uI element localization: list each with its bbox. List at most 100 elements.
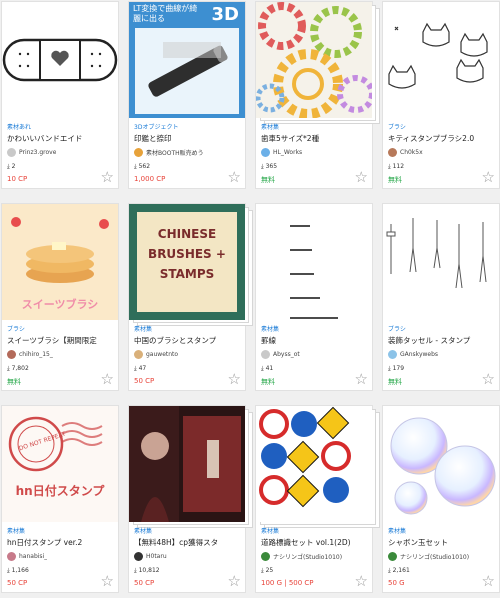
- price: 無料: [388, 176, 402, 184]
- asset-card[interactable]: ブラシ 装飾タッセル - スタンプ GAnskywebs ⤓ 179 無料 ☆: [382, 203, 500, 391]
- star-icon[interactable]: ☆: [355, 372, 368, 387]
- tassels-icon: [386, 218, 487, 289]
- price: 50 CP: [7, 579, 28, 587]
- download-icon: ⤓: [7, 567, 10, 574]
- star-icon[interactable]: ☆: [355, 170, 368, 185]
- thumbnail[interactable]: [2, 2, 118, 118]
- author[interactable]: Prinz3.grove: [7, 147, 116, 158]
- thumbnail[interactable]: [383, 406, 499, 522]
- download-count: ⤓ 10,812: [134, 567, 160, 575]
- download-value: 562: [138, 163, 151, 170]
- bubbles-icon: [390, 417, 496, 515]
- thumbnail[interactable]: LT変換で曲線が綺麗に出る 3D: [129, 2, 245, 118]
- star-icon[interactable]: ☆: [101, 170, 114, 185]
- asset-card[interactable]: ブラシ キティスタンプブラシ2.0 Ch0k5x ⤓ 112 無料 ☆: [382, 1, 500, 189]
- download-icon: ⤓: [134, 365, 137, 372]
- thumbnail[interactable]: [256, 2, 372, 118]
- asset-card[interactable]: 素材集 シャボン玉セット ナシリンゴ(Studio1010) ⤓ 2,161 5…: [382, 405, 500, 593]
- asset-title[interactable]: かわいいバンドエイド: [7, 133, 116, 144]
- asset-card[interactable]: DO NOT REPEAT hn日付スタンプ 素材集 hn日付スタンプ ver.…: [1, 405, 119, 593]
- star-icon[interactable]: ☆: [355, 574, 368, 589]
- asset-card[interactable]: CHINESE BRUSHES + STAMPS 素材集 中国のブラシとスタンプ…: [128, 203, 253, 391]
- avatar: [7, 350, 16, 359]
- thumbnail[interactable]: CHINESE BRUSHES + STAMPS: [129, 204, 245, 320]
- asset-title[interactable]: スイーツブラシ【期間限定: [7, 335, 116, 346]
- category-label: 素材あれ: [7, 124, 32, 131]
- asset-title[interactable]: hn日付スタンプ ver.2: [7, 537, 116, 548]
- star-icon[interactable]: ☆: [101, 574, 114, 589]
- star-icon[interactable]: ☆: [482, 170, 495, 185]
- star-icon[interactable]: ☆: [228, 170, 241, 185]
- author[interactable]: ナシリンゴ(Studio1010): [388, 551, 497, 562]
- thumbnail[interactable]: [256, 406, 372, 522]
- author-name: hanabisi_: [19, 553, 48, 560]
- asset-card[interactable]: 素材集 道路標識セット vol.1(2D) ナシリンゴ(Studio1010) …: [255, 405, 380, 593]
- avatar: [388, 552, 397, 561]
- avatar: [261, 350, 270, 359]
- asset-card[interactable]: 素材あれ かわいいバンドエイド Prinz3.grove ⤓ 2 10 CP ☆: [1, 1, 119, 189]
- download-count: ⤓ 41: [261, 365, 273, 373]
- bandage-icon: [2, 38, 118, 82]
- download-icon: ⤓: [7, 163, 10, 170]
- asset-title[interactable]: キティスタンプブラシ2.0: [388, 133, 497, 144]
- download-value: 10,812: [138, 567, 160, 574]
- asset-card[interactable]: 素材集 【無料48H】cp獲得スタ H0taru ⤓ 10,812 50 CP …: [128, 405, 253, 593]
- author[interactable]: 素材BOOTH販売めう: [134, 147, 243, 158]
- asset-card[interactable]: LT変換で曲線が綺麗に出る 3D 3Dオブジェクト 印鑑と捺印 素材BOOTH販…: [128, 1, 246, 189]
- thumbnail[interactable]: [383, 2, 499, 118]
- author-name: Abyss_ot: [273, 351, 300, 358]
- star-icon[interactable]: ☆: [228, 574, 241, 589]
- star-icon[interactable]: ☆: [101, 372, 114, 387]
- author[interactable]: GAnskywebs: [388, 349, 497, 360]
- asset-card[interactable]: スイーツブラシ ブラシ スイーツブラシ【期間限定 chihiro_15_ ⤓ 7…: [1, 203, 119, 391]
- author[interactable]: ナシリンゴ(Studio1010): [261, 551, 370, 562]
- thumbnail[interactable]: [256, 204, 372, 320]
- star-icon[interactable]: ☆: [228, 372, 241, 387]
- star-icon[interactable]: ☆: [482, 372, 495, 387]
- avatar: [388, 148, 397, 157]
- thumbnail[interactable]: [129, 406, 245, 522]
- asset-title[interactable]: 中国のブラシとスタンプ: [134, 335, 243, 346]
- download-icon: ⤓: [261, 163, 264, 170]
- price: 無料: [261, 378, 275, 386]
- asset-card[interactable]: 素材集 歯車5サイズ*2種 HL_Works ⤓ 365 無料 ☆: [255, 1, 380, 189]
- asset-title[interactable]: 罫線: [261, 335, 370, 346]
- download-value: 1,166: [11, 567, 29, 574]
- thumb-caption: CHINESE BRUSHES + STAMPS: [148, 227, 226, 281]
- download-icon: ⤓: [7, 365, 10, 372]
- category-label: 素材集: [261, 124, 280, 131]
- road-signs-icon: [259, 406, 351, 508]
- author[interactable]: hanabisi_: [7, 551, 116, 562]
- avatar: [7, 148, 16, 157]
- thumbnail[interactable]: [383, 204, 499, 320]
- download-icon: ⤓: [388, 567, 391, 574]
- asset-card[interactable]: 素材集 罫線 Abyss_ot ⤓ 41 無料 ☆: [255, 203, 373, 391]
- thumbnail[interactable]: スイーツブラシ: [2, 204, 118, 320]
- asset-title[interactable]: 道路標識セット vol.1(2D): [261, 537, 370, 548]
- author[interactable]: Abyss_ot: [261, 349, 370, 360]
- download-count: ⤓ 47: [134, 365, 146, 373]
- download-value: 41: [265, 365, 274, 372]
- star-icon[interactable]: ☆: [482, 574, 495, 589]
- download-count: ⤓ 25: [261, 567, 273, 575]
- dark-art-icon: [129, 406, 241, 522]
- asset-title[interactable]: 印鑑と捺印: [134, 133, 243, 144]
- author[interactable]: Ch0k5x: [388, 147, 497, 158]
- asset-title[interactable]: 【無料48H】cp獲得スタ: [134, 537, 243, 548]
- asset-title[interactable]: 装飾タッセル - スタンプ: [388, 335, 497, 346]
- author-name: H0taru: [146, 553, 167, 560]
- avatar: [261, 148, 270, 157]
- asset-title[interactable]: 歯車5サイズ*2種: [261, 133, 370, 144]
- author[interactable]: H0taru: [134, 551, 243, 562]
- author[interactable]: gauwetnto: [134, 349, 243, 360]
- author[interactable]: chihiro_15_: [7, 349, 116, 360]
- author-name: HL_Works: [273, 149, 303, 156]
- author-name: ナシリンゴ(Studio1010): [273, 554, 343, 561]
- author-name: 素材BOOTH販売めう: [146, 150, 204, 157]
- thumbnail[interactable]: DO NOT REPEAT hn日付スタンプ: [2, 406, 118, 522]
- download-count: ⤓ 365: [261, 163, 277, 171]
- asset-title[interactable]: シャボン玉セット: [388, 537, 497, 548]
- download-icon: ⤓: [388, 163, 391, 170]
- avatar: [134, 350, 143, 359]
- author[interactable]: HL_Works: [261, 147, 370, 158]
